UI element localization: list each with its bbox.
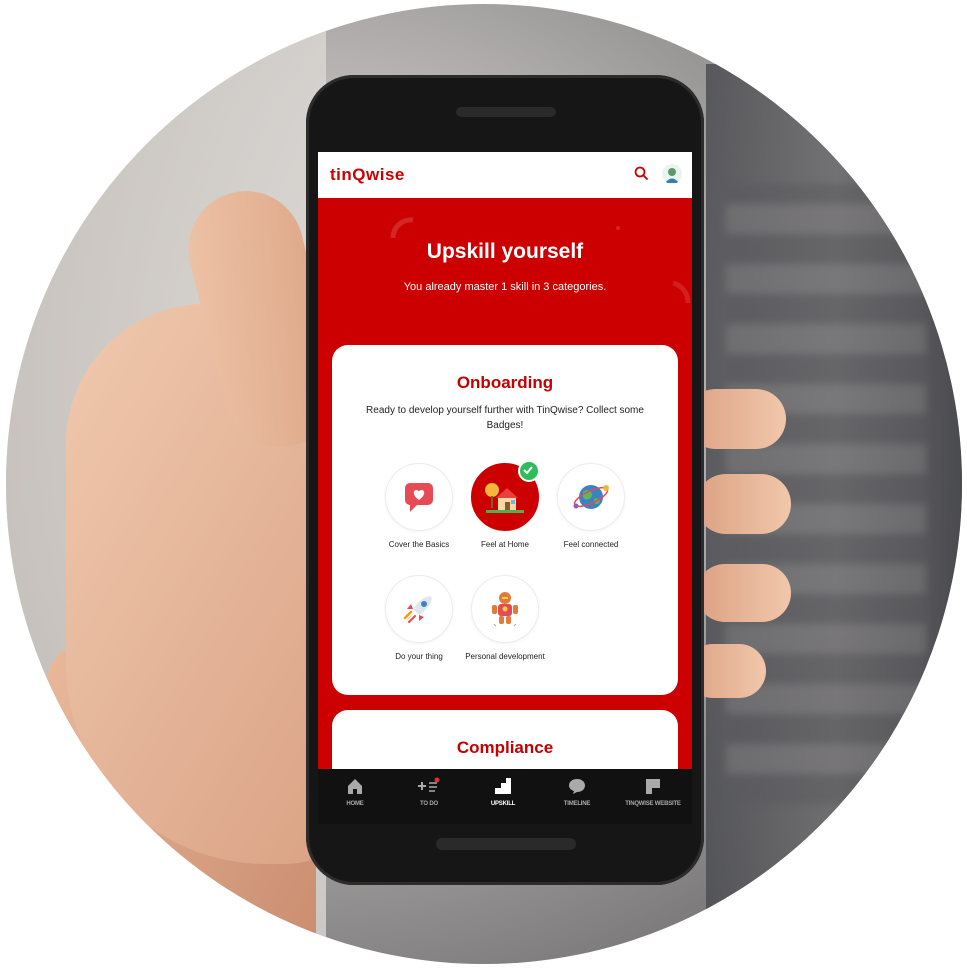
phone-chin [436, 838, 576, 850]
bottom-navigation: HOME TO DO UPSKILL TIMELINE TINQWISE WEB… [318, 769, 692, 824]
search-icon[interactable] [634, 166, 648, 180]
badge-cover-the-basics[interactable]: Cover the Basics [374, 463, 464, 550]
onboarding-card: Onboarding Ready to develop yourself fur… [332, 345, 678, 695]
globe-icon [573, 485, 609, 509]
nav-todo[interactable]: TO DO [392, 775, 466, 807]
badge-circle [557, 463, 625, 531]
todo-icon [418, 777, 440, 792]
flag-icon [646, 779, 660, 794]
phone-device: tinQwise Upskill yourself You already ma… [306, 75, 704, 885]
phone-speaker [456, 107, 556, 117]
avatar[interactable] [662, 164, 682, 184]
nav-home[interactable]: HOME [318, 775, 392, 807]
avatar-icon [665, 168, 679, 183]
nav-label: HOME [346, 801, 364, 807]
nav-timeline[interactable]: TIMELINE [540, 775, 614, 807]
badge-label: Personal development [465, 652, 545, 661]
nav-label: TIMELINE [563, 801, 591, 807]
category-title: Onboarding [456, 373, 554, 392]
chat-icon [569, 779, 585, 794]
chat-heart-icon [405, 483, 433, 512]
category-description: Ready to develop yourself further with T… [366, 405, 644, 431]
home-icon [348, 779, 362, 794]
finger [696, 564, 791, 622]
rocket-icon [403, 596, 432, 623]
finger [696, 474, 791, 534]
completed-check-icon [518, 460, 540, 482]
badge-label: Feel connected [563, 540, 619, 549]
badge-circle [471, 575, 539, 643]
nav-upskill[interactable]: UPSKILL [466, 775, 540, 807]
app-screen: tinQwise Upskill yourself You already ma… [318, 152, 692, 824]
nav-label: UPSKILL [490, 801, 516, 807]
page-title: Upskill yourself [426, 240, 584, 263]
category-title: Compliance [456, 738, 554, 757]
robot-icon [492, 592, 518, 627]
nav-website[interactable]: TINQWISE WEBSITE [614, 775, 692, 807]
badge-label: Feel at Home [480, 540, 530, 549]
badge-do-your-thing[interactable]: Do your thing [374, 575, 464, 662]
badge-circle [471, 460, 540, 531]
hero-banner: Upskill yourself You already master 1 sk… [318, 198, 692, 358]
hero-decoration [390, 217, 691, 304]
badge-circle [385, 463, 453, 531]
app-logo[interactable]: tinQwise [330, 165, 405, 185]
badge-label: Cover the Basics [388, 540, 450, 549]
upskill-icon [495, 778, 511, 794]
page-subtitle: You already master 1 skill in 3 categori… [403, 281, 607, 293]
badge-personal-development[interactable]: Personal development [460, 575, 550, 662]
nav-label: TO DO [420, 801, 438, 807]
badge-feel-at-home[interactable]: Feel at Home [460, 460, 550, 550]
badge-label: Do your thing [395, 652, 443, 661]
badge-feel-connected[interactable]: Feel connected [546, 463, 636, 550]
nav-label: TINQWISE WEBSITE [625, 801, 681, 807]
app-bar: tinQwise [318, 152, 692, 198]
badge-circle [385, 575, 453, 643]
